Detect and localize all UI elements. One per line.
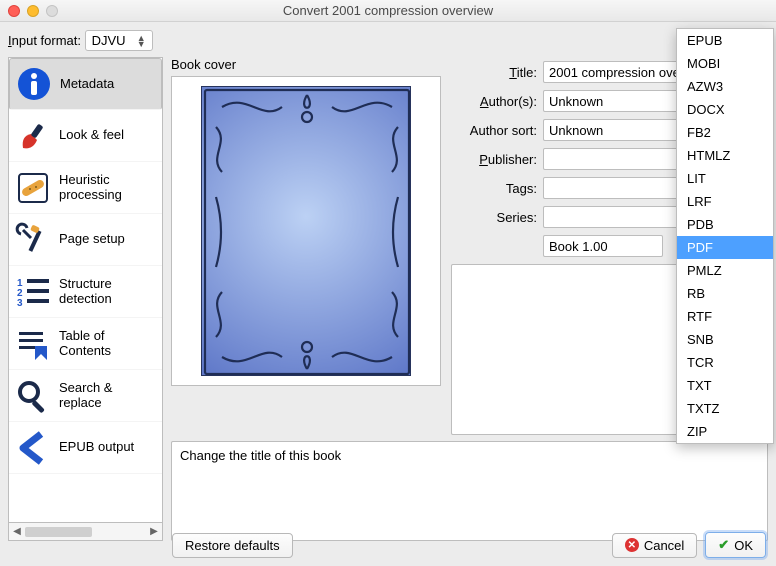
titlebar: Convert 2001 compression overview	[0, 0, 776, 22]
ok-button[interactable]: ✔ OK	[705, 532, 766, 558]
toc-icon	[15, 326, 51, 362]
sidebar-item-label: Table of Contents	[59, 329, 156, 359]
output-format-dropdown[interactable]: EPUBMOBIAZW3DOCXFB2HTMLZLITLRFPDBPDFPMLZ…	[676, 28, 774, 444]
scroll-right-icon[interactable]: ▶	[146, 526, 162, 537]
cover-frame[interactable]	[171, 76, 441, 386]
sidebar-item-label: Search & replace	[59, 381, 156, 411]
output-option-pmlz[interactable]: PMLZ	[677, 259, 773, 282]
updown-icon	[137, 35, 146, 47]
output-option-htmlz[interactable]: HTMLZ	[677, 144, 773, 167]
cover-caption: Book cover	[171, 57, 441, 72]
chevron-left-icon	[15, 430, 51, 466]
bandage-icon	[15, 170, 51, 206]
cover-image	[201, 86, 411, 376]
window-title: Convert 2001 compression overview	[0, 3, 776, 18]
output-option-rtf[interactable]: RTF	[677, 305, 773, 328]
sidebar-item-table-of-contents[interactable]: Table of Contents	[9, 318, 162, 370]
output-option-azw3[interactable]: AZW3	[677, 75, 773, 98]
list123-icon: 123	[15, 274, 51, 310]
sidebar-item-label: Metadata	[60, 77, 114, 92]
sidebar-item-label: Page setup	[59, 232, 125, 247]
sidebar-item-epub-output[interactable]: EPUB output	[9, 422, 162, 474]
sidebar-item-structure-detection[interactable]: 123 Structure detection	[9, 266, 162, 318]
output-option-txtz[interactable]: TXTZ	[677, 397, 773, 420]
output-option-fb2[interactable]: FB2	[677, 121, 773, 144]
input-format-select[interactable]: DJVU	[85, 30, 153, 51]
output-option-lit[interactable]: LIT	[677, 167, 773, 190]
publisher-label: Publisher:	[451, 152, 537, 167]
format-row: Input format: DJVU Output format:	[0, 22, 776, 57]
magnify-icon	[15, 378, 51, 414]
restore-defaults-button[interactable]: Restore defaults	[172, 533, 293, 558]
sidebar-item-heuristic-processing[interactable]: Heuristic processing	[9, 162, 162, 214]
info-icon	[16, 66, 52, 102]
sidebar-item-label: Heuristic processing	[59, 173, 156, 203]
sidebar-item-metadata[interactable]: Metadata	[9, 58, 162, 110]
series-label: Series:	[451, 210, 537, 225]
brush-icon	[15, 118, 51, 154]
output-option-lrf[interactable]: LRF	[677, 190, 773, 213]
svg-text:3: 3	[17, 298, 23, 309]
sidebar[interactable]: Metadata Look & feel Heuristic processing P…	[8, 57, 163, 523]
scroll-thumb[interactable]	[25, 527, 92, 537]
output-option-zip[interactable]: ZIP	[677, 420, 773, 443]
authors-label: Author(s):	[451, 94, 537, 109]
cancel-button[interactable]: ✕ Cancel	[612, 533, 697, 558]
input-format-label: Input format:	[8, 33, 81, 48]
footer: Restore defaults ✕ Cancel ✔ OK	[172, 532, 766, 558]
output-option-tcr[interactable]: TCR	[677, 351, 773, 374]
output-option-rb[interactable]: RB	[677, 282, 773, 305]
check-icon: ✔	[718, 537, 729, 553]
input-format-group: Input format: DJVU	[8, 30, 153, 51]
title-label: Title:	[451, 65, 537, 80]
cover-ornament-icon	[202, 87, 412, 377]
output-option-txt[interactable]: TXT	[677, 374, 773, 397]
cancel-icon: ✕	[625, 538, 639, 552]
tags-label: Tags:	[451, 181, 537, 196]
book-number-input[interactable]	[543, 235, 663, 257]
author-sort-label: Author sort:	[451, 123, 537, 138]
output-option-snb[interactable]: SNB	[677, 328, 773, 351]
sidebar-item-page-setup[interactable]: Page setup	[9, 214, 162, 266]
main-area: Metadata Look & feel Heuristic processing P…	[0, 57, 776, 549]
sidebar-item-label: EPUB output	[59, 440, 134, 455]
output-option-epub[interactable]: EPUB	[677, 29, 773, 52]
output-option-pdf[interactable]: PDF	[677, 236, 773, 259]
hint-area: Change the title of this book	[171, 441, 768, 541]
input-format-value: DJVU	[92, 33, 126, 48]
tools-icon	[15, 222, 51, 258]
scroll-left-icon[interactable]: ◀	[9, 526, 25, 537]
output-option-docx[interactable]: DOCX	[677, 98, 773, 121]
sidebar-item-search-replace[interactable]: Search & replace	[9, 370, 162, 422]
sidebar-item-look-feel[interactable]: Look & feel	[9, 110, 162, 162]
sidebar-item-label: Look & feel	[59, 128, 124, 143]
sidebar-item-label: Structure detection	[59, 277, 156, 307]
output-option-mobi[interactable]: MOBI	[677, 52, 773, 75]
sidebar-hscrollbar[interactable]: ◀ ▶	[8, 523, 163, 541]
output-option-pdb[interactable]: PDB	[677, 213, 773, 236]
scroll-track[interactable]	[25, 526, 146, 538]
